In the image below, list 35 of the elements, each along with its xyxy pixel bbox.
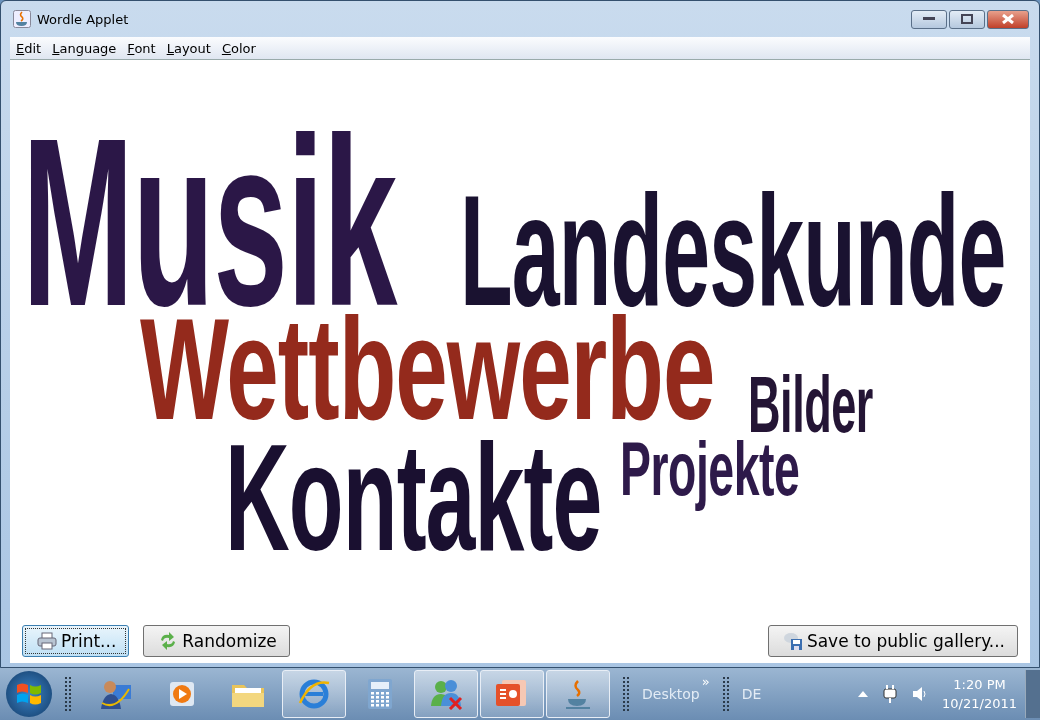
menu-item[interactable]: Edit: [16, 40, 42, 56]
cloud-word: Kontakte: [225, 421, 602, 574]
menu-item[interactable]: Font: [127, 40, 156, 56]
minimize-icon: [923, 17, 935, 21]
speaker-icon[interactable]: [912, 686, 929, 702]
disk-save-icon: [782, 632, 803, 650]
taskbar-app[interactable]: [546, 670, 610, 718]
close-icon: [1001, 14, 1015, 24]
print-button[interactable]: Print...: [22, 625, 130, 657]
plug-icon[interactable]: [882, 685, 899, 703]
browser-e-icon: [297, 677, 331, 711]
minimize-button[interactable]: [911, 9, 947, 29]
taskbar-app[interactable]: [480, 670, 544, 718]
cloud-word: Bilder: [748, 365, 873, 445]
randomize-button[interactable]: Randomize: [143, 625, 290, 657]
maximize-button[interactable]: [949, 9, 985, 29]
window-title: Wordle Applet: [37, 11, 130, 27]
coffee-cup-icon: [564, 678, 592, 710]
people-icon: [428, 678, 464, 710]
taskbar-app[interactable]: [414, 670, 478, 718]
windows-logo-icon: [16, 682, 42, 706]
show-desktop-button[interactable]: [1025, 670, 1040, 718]
show-hidden-icons-icon[interactable]: [858, 691, 869, 697]
coffee-cup-icon: [13, 10, 31, 28]
printer-icon: [37, 632, 57, 650]
play-icon: [167, 679, 197, 709]
menu-item[interactable]: Layout: [166, 40, 211, 56]
menu-item[interactable]: Language: [52, 40, 117, 56]
start-button[interactable]: [6, 671, 52, 717]
calculator-icon: [367, 678, 393, 710]
save-button[interactable]: Save to public gallery...: [767, 625, 1018, 657]
close-button[interactable]: [987, 9, 1029, 29]
menu-item[interactable]: Color: [221, 40, 256, 56]
maximize-icon: [961, 14, 973, 24]
taskbar-app[interactable]: [282, 670, 346, 718]
